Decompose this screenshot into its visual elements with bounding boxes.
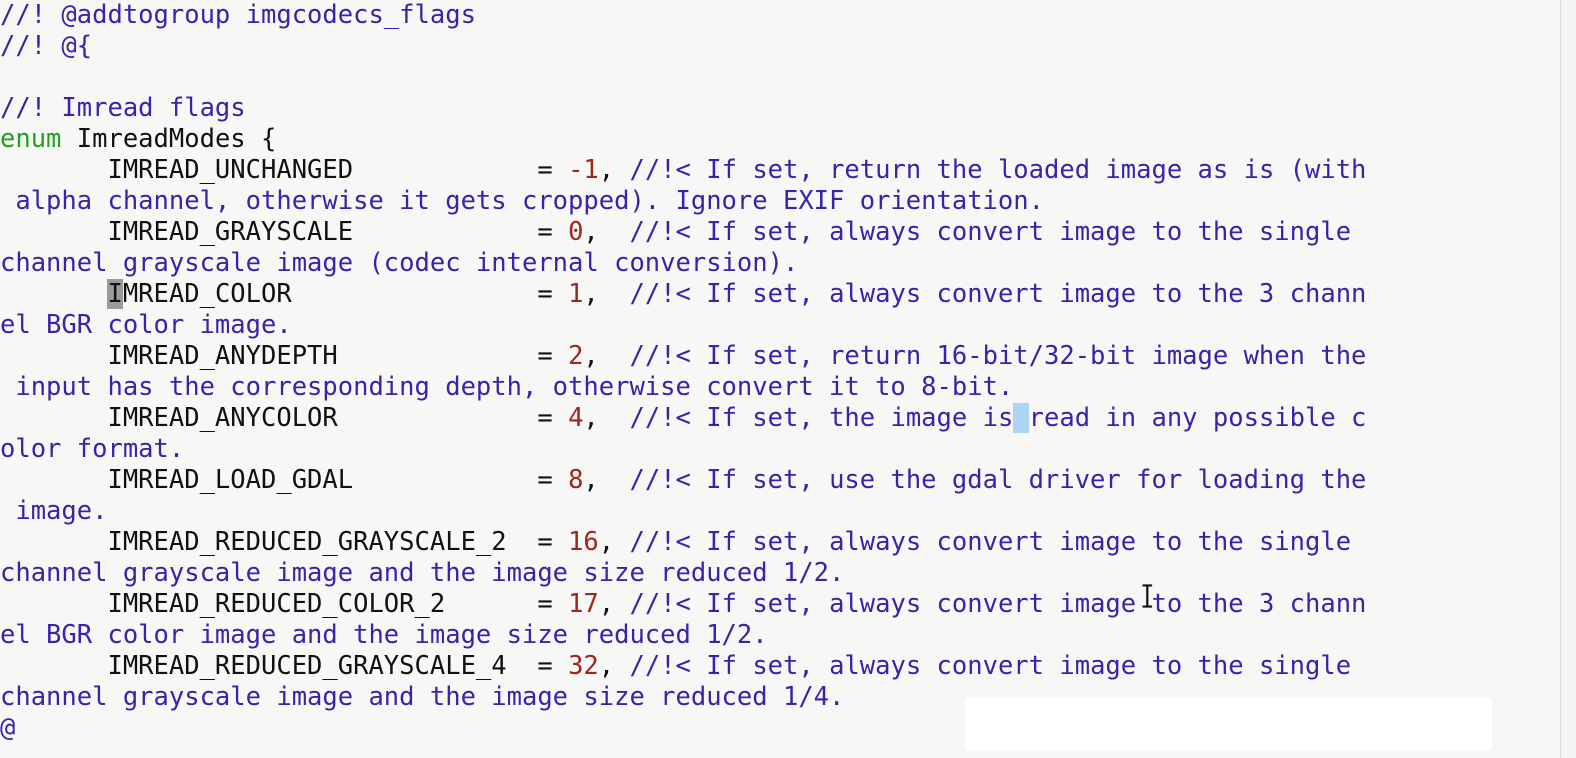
code-line[interactable]: IMREAD_GRAYSCALE = 0, //!< If set, alway… (0, 217, 1560, 248)
code-token-punct: , (598, 651, 630, 681)
code-token-number: 2 (568, 341, 584, 371)
code-token-comment: olor format. (0, 434, 185, 464)
code-line[interactable] (0, 62, 1560, 93)
code-line[interactable]: olor format. (0, 434, 1560, 465)
code-token-ident: IMREAD_REDUCED_GRAYSCALE_2 (0, 527, 538, 557)
code-token-comment: //!< If set, return 16-bit/32-bit image … (629, 341, 1367, 371)
code-token-ident: IMREAD_REDUCED_GRAYSCALE_4 (0, 651, 538, 681)
code-token-punct: = (537, 465, 569, 495)
code-token-keyword: enum (0, 124, 62, 154)
code-line[interactable]: channel grayscale image and the image si… (0, 558, 1560, 589)
code-token-comment: channel grayscale image and the image si… (0, 558, 845, 588)
code-token-comment: //!< If set, use the gdal driver for loa… (629, 465, 1367, 495)
code-token-comment: //!< If set, always convert image to the… (629, 527, 1352, 557)
code-token-comment: //!< If set, always convert image to the… (629, 651, 1352, 681)
code-line[interactable]: enum ImreadModes { (0, 124, 1560, 155)
vertical-scrollbar[interactable] (1560, 0, 1576, 758)
code-token-comment: //!< If set, always convert image to the… (629, 589, 1367, 619)
code-token-comment: input has the corresponding depth, other… (0, 372, 1014, 402)
code-line[interactable]: image. (0, 496, 1560, 527)
code-token-punct: = (537, 527, 569, 557)
code-line[interactable]: IMREAD_UNCHANGED = -1, //!< If set, retu… (0, 155, 1560, 186)
code-token-comment: //!< If set, the image is (629, 403, 1014, 433)
code-line[interactable]: IMREAD_COLOR = 1, //!< If set, always co… (0, 279, 1560, 310)
code-token-punct: , (598, 589, 630, 619)
code-text-area[interactable]: //! @addtogroup imgcodecs_flags//! @{ //!… (0, 0, 1560, 758)
code-token-ident: IMREAD_ANYDEPTH (0, 341, 538, 371)
code-token-ident: IMREAD_REDUCED_COLOR_2 (0, 589, 538, 619)
code-line[interactable]: alpha channel, otherwise it gets cropped… (0, 186, 1560, 217)
code-token-punct: = (537, 589, 569, 619)
selection-highlight (1013, 403, 1029, 433)
code-editor[interactable]: //! @addtogroup imgcodecs_flags//! @{ //!… (0, 0, 1576, 758)
code-token-comment: channel grayscale image and the image si… (0, 682, 845, 712)
code-token-number: 16 (568, 527, 599, 557)
code-token-punct: , (598, 527, 630, 557)
code-line[interactable]: channel grayscale image (codec internal … (0, 248, 1560, 279)
code-token-number: 8 (568, 465, 584, 495)
code-token-punct: , (598, 155, 630, 185)
code-line[interactable]: IMREAD_REDUCED_GRAYSCALE_2 = 16, //!< If… (0, 527, 1560, 558)
code-line[interactable]: el BGR color image and the image size re… (0, 620, 1560, 651)
floating-popup-panel[interactable] (965, 698, 1492, 750)
code-token-comment: //!< If set, always convert image to the… (629, 279, 1367, 309)
code-token-punct: , (583, 279, 630, 309)
code-token-punct: , (583, 465, 630, 495)
code-token-comment: el BGR color image and the image size re… (0, 620, 768, 650)
code-token-punct: = (537, 279, 569, 309)
code-token-number: 4 (568, 403, 584, 433)
code-token-comment: @ (0, 713, 16, 743)
code-token-number: -1 (568, 155, 599, 185)
code-token-ident: IMREAD_LOAD_GDAL (0, 465, 538, 495)
code-token-punct: , (583, 217, 630, 247)
code-token-comment: //! Imread flags (0, 93, 246, 123)
code-token-punct: = (537, 217, 569, 247)
code-token-comment: //!< If set, always convert image to the… (629, 217, 1352, 247)
text-caret: I (107, 279, 123, 309)
code-token-comment: //! @{ (0, 31, 93, 61)
code-line[interactable]: IMREAD_ANYDEPTH = 2, //!< If set, return… (0, 341, 1560, 372)
code-token-ident: IMREAD_UNCHANGED (0, 155, 538, 185)
code-token-punct: = (537, 403, 569, 433)
code-token-ident: IMREAD_ANYCOLOR (0, 403, 538, 433)
code-token-comment: //! @addtogroup imgcodecs_flags (0, 0, 476, 30)
code-token-number: 0 (568, 217, 584, 247)
code-token-comment: el BGR color image. (0, 310, 292, 340)
code-token-comment: channel grayscale image (codec internal … (0, 248, 799, 278)
code-line[interactable]: //! @addtogroup imgcodecs_flags (0, 0, 1560, 31)
code-token-ident: MREAD_COLOR (122, 279, 538, 309)
code-token-punct: = (537, 341, 569, 371)
code-token-comment: image. (0, 496, 108, 526)
code-token-punct: = (537, 155, 569, 185)
code-token-ident: IMREAD_GRAYSCALE (0, 217, 538, 247)
code-token-comment: alpha channel, otherwise it gets cropped… (0, 186, 1044, 216)
code-line[interactable]: //! @{ (0, 31, 1560, 62)
code-token-comment: read in any possible c (1028, 403, 1367, 433)
code-token-number: 1 (568, 279, 584, 309)
code-token-punct: , (583, 403, 630, 433)
code-line[interactable]: el BGR color image. (0, 310, 1560, 341)
code-line[interactable]: IMREAD_REDUCED_GRAYSCALE_4 = 32, //!< If… (0, 651, 1560, 682)
code-line[interactable]: IMREAD_ANYCOLOR = 4, //!< If set, the im… (0, 403, 1560, 434)
code-line[interactable]: input has the corresponding depth, other… (0, 372, 1560, 403)
code-token-punct: = (537, 651, 569, 681)
code-line[interactable]: IMREAD_REDUCED_COLOR_2 = 17, //!< If set… (0, 589, 1560, 620)
code-token-ident: ImreadModes { (61, 124, 277, 154)
code-token-comment: //!< If set, return the loaded image as … (629, 155, 1367, 185)
code-token-ident (0, 279, 107, 309)
code-line[interactable]: IMREAD_LOAD_GDAL = 8, //!< If set, use t… (0, 465, 1560, 496)
code-token-number: 17 (568, 589, 599, 619)
code-token-number: 32 (568, 651, 599, 681)
code-token-punct: , (583, 341, 630, 371)
code-line[interactable]: //! Imread flags (0, 93, 1560, 124)
